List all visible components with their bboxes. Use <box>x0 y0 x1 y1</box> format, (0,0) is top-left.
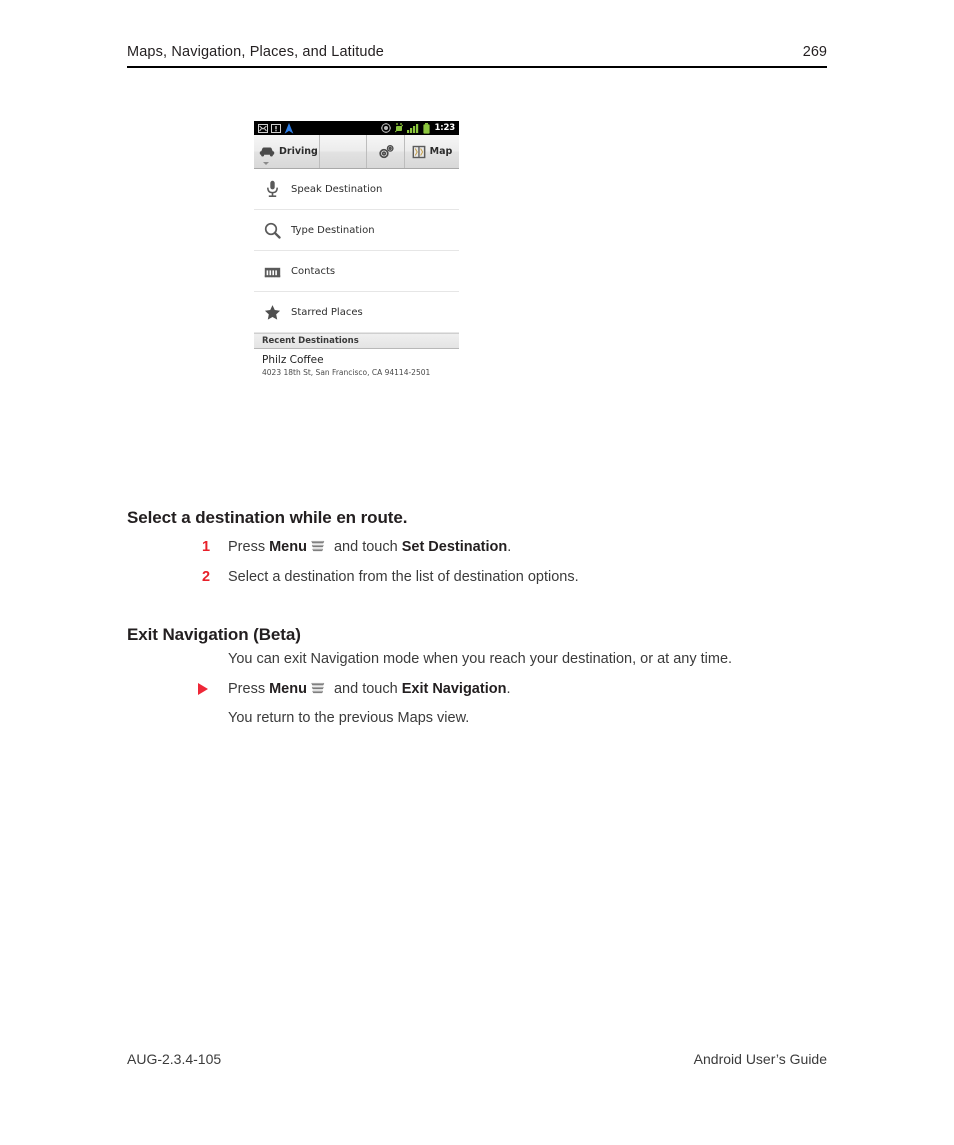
signal-icon <box>406 123 419 133</box>
star-icon <box>264 304 281 321</box>
navigation-arrow-icon <box>284 122 294 134</box>
sms-icon <box>271 123 281 133</box>
triangle-bullet-icon <box>198 683 208 695</box>
ordered-list-item: 1 Press Menu and touch Set Destination. <box>202 532 579 562</box>
microphone-icon <box>264 180 281 198</box>
map-button[interactable]: Map <box>405 135 459 168</box>
map-icon <box>412 145 426 159</box>
step-text: Press Menu and touch Set Destination. <box>228 532 511 562</box>
list-item[interactable]: Type Destination <box>254 210 459 251</box>
list-item-label: Type Destination <box>291 224 375 236</box>
list-item-label: Starred Places <box>291 306 363 318</box>
chevron-down-icon <box>263 162 269 165</box>
driving-mode-label: Driving <box>279 146 318 157</box>
recent-destination-address: 4023 18th St, San Francisco, CA 94114-25… <box>262 368 431 378</box>
map-button-label: Map <box>429 146 453 157</box>
select-destination-steps: 1 Press Menu and touch Set Destination. … <box>202 532 579 592</box>
exit-navigation-bullet: Press Menu and touch Exit Navigation. <box>198 678 510 700</box>
gps-icon <box>380 123 391 133</box>
bullet-text-pre: Press <box>228 681 270 697</box>
list-item[interactable]: Contacts <box>254 251 459 292</box>
step-text: Select a destination from the list of de… <box>228 569 579 585</box>
list-number: 1 <box>202 539 211 555</box>
section-header-label: Recent Destinations <box>262 336 359 346</box>
usb-debug-icon <box>394 123 403 133</box>
settings-gears-icon <box>377 144 395 159</box>
heading-select-destination: Select a destination while en route. <box>127 508 408 528</box>
exit-navigation-intro: You can exit Navigation mode when you re… <box>228 651 733 667</box>
menu-key-icon <box>310 680 325 694</box>
heading-exit-navigation: Exit Navigation (Beta) <box>127 625 301 645</box>
list-item[interactable]: Speak Destination <box>254 169 459 210</box>
recent-destination-item[interactable]: Philz Coffee 4023 18th St, San Francisco… <box>254 349 459 384</box>
status-bar-left-icons <box>258 122 381 134</box>
list-item-label: Speak Destination <box>291 183 383 195</box>
driving-mode-button[interactable]: Driving <box>254 135 320 168</box>
bullet-text-bold-menu: Menu <box>269 681 307 697</box>
ordered-list-item: 2 Select a destination from the list of … <box>202 562 579 592</box>
recent-destination-name: Philz Coffee <box>262 354 324 366</box>
search-icon <box>264 222 281 239</box>
bullet-text-bold-action: Exit Navigation <box>401 681 507 697</box>
step-text-bold-action: Set Destination <box>401 539 508 555</box>
exit-navigation-outro: You return to the previous Maps view. <box>228 710 470 726</box>
list-item[interactable]: Starred Places <box>254 292 459 333</box>
action-bar-spacer <box>320 135 367 168</box>
page-header: Maps, Navigation, Places, and Latitude 2… <box>127 44 827 68</box>
phone-screenshot-figure: 1:23 Driving Map Speak Destination Type … <box>254 121 459 384</box>
step-text-bold-menu: Menu <box>269 539 307 555</box>
bullet-text-post: . <box>506 681 511 697</box>
page-footer: AUG-2.3.4-105 Android User’s Guide <box>127 1051 827 1067</box>
navigation-action-bar: Driving Map <box>254 135 459 169</box>
step-text-post: . <box>507 539 512 555</box>
settings-button[interactable] <box>367 135 405 168</box>
email-icon <box>258 123 268 133</box>
page-title: Maps, Navigation, Places, and Latitude <box>127 44 384 60</box>
menu-key-icon <box>310 534 325 552</box>
contacts-icon <box>264 265 281 278</box>
bullet-text: Press Menu and touch Exit Navigation. <box>228 678 510 700</box>
list-item-label: Contacts <box>291 265 336 277</box>
battery-icon <box>422 122 430 134</box>
bullet-text-mid: and touch <box>329 681 402 697</box>
android-status-bar: 1:23 <box>254 121 459 135</box>
list-number: 2 <box>202 569 211 585</box>
status-bar-right-icons: 1:23 <box>380 122 456 134</box>
footer-doc-id: AUG-2.3.4-105 <box>127 1051 222 1067</box>
page-number: 269 <box>802 44 827 60</box>
status-bar-clock: 1:23 <box>434 123 456 133</box>
car-icon <box>259 146 275 157</box>
footer-guide-name: Android User’s Guide <box>693 1051 827 1067</box>
step-text-pre: Press <box>228 539 270 555</box>
step-text-mid: and touch <box>329 539 402 555</box>
recent-destinations-section-header: Recent Destinations <box>254 333 459 349</box>
